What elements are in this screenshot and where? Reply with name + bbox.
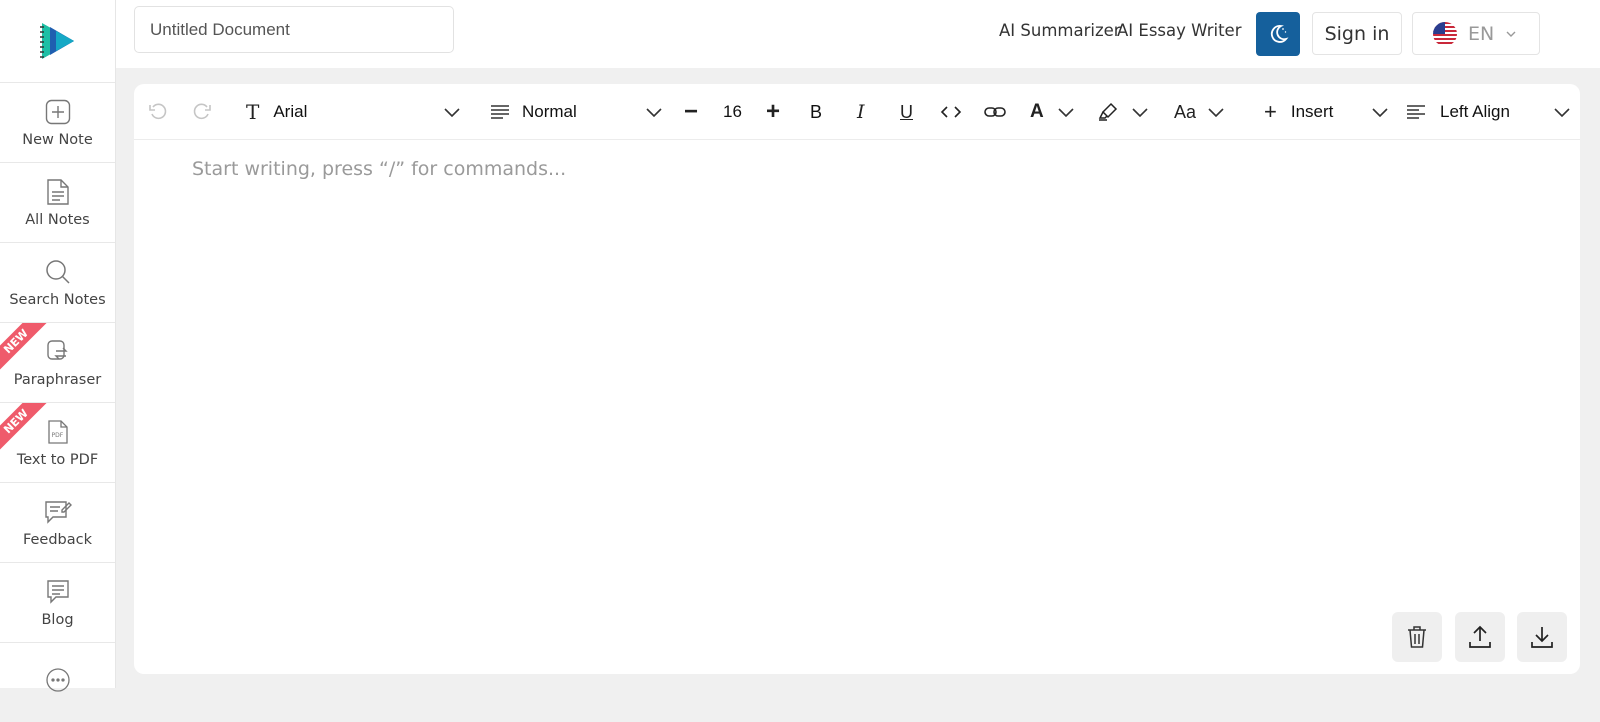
code-icon [940, 106, 962, 118]
font-color-icon: A [1030, 101, 1044, 122]
upload-icon [1469, 625, 1491, 648]
sidebar-item-label: Paraphraser [13, 371, 102, 388]
formatting-toolbar: T Arial Normal − 16 + B I U A Aa + Inser… [134, 84, 1580, 140]
underline-button[interactable]: U [900, 84, 913, 140]
more-icon [44, 666, 72, 694]
minus-icon: − [684, 98, 699, 125]
sidebar-item-text-to-pdf[interactable]: NEW PDF Text to PDF [0, 402, 115, 482]
sidebar-item-label: Search Notes [9, 291, 106, 308]
ai-summarizer-link[interactable]: AI Summarizer [999, 21, 1121, 40]
new-badge: NEW [0, 323, 49, 375]
sidebar-item-new-note[interactable]: New Note [0, 82, 115, 162]
block-style-value: Normal [522, 102, 577, 121]
sign-in-button[interactable]: Sign in [1312, 12, 1402, 55]
sidebar-item-label: Feedback [22, 531, 93, 548]
editor-placeholder[interactable]: Start writing, press “/” for commands... [192, 158, 566, 180]
svg-text:PDF: PDF [51, 432, 63, 439]
bold-icon: B [810, 101, 823, 122]
block-style-select[interactable]: Normal [490, 84, 662, 140]
editor-panel: T Arial Normal − 16 + B I U A Aa + Inser… [134, 84, 1580, 674]
chevron-down-icon [1208, 108, 1224, 117]
font-family-select[interactable]: T Arial [246, 84, 460, 140]
highlighter-icon [1098, 102, 1118, 121]
underline-icon: U [900, 101, 913, 122]
undo-icon [149, 103, 167, 120]
align-left-icon [1407, 105, 1425, 119]
sidebar-item-search-notes[interactable]: Search Notes [0, 242, 115, 322]
font-size-value[interactable]: 16 [723, 84, 742, 140]
chevron-down-icon [1506, 31, 1516, 37]
sidebar-item-label: Blog [41, 611, 74, 628]
chevron-down-icon [1058, 108, 1074, 117]
insert-dropdown[interactable]: + Insert [1264, 84, 1388, 140]
chevron-down-icon [444, 108, 460, 117]
link-button[interactable] [984, 84, 1006, 140]
font-icon: T [246, 100, 260, 124]
font-size-label: 16 [723, 102, 742, 121]
language-label: EN [1468, 22, 1495, 45]
download-button[interactable] [1517, 612, 1567, 662]
sidebar: New Note All Notes Search Notes NEW Para… [0, 0, 116, 692]
upload-button[interactable] [1455, 612, 1505, 662]
ai-essay-writer-link[interactable]: AI Essay Writer [1117, 21, 1241, 40]
chevron-down-icon [1132, 108, 1148, 117]
sidebar-item-blog[interactable]: Blog [0, 562, 115, 642]
sidebar-item-paraphraser[interactable]: NEW Paraphraser [0, 322, 115, 402]
trash-icon [1408, 626, 1426, 648]
link-icon [984, 107, 1006, 117]
language-selector[interactable]: EN [1412, 12, 1540, 55]
alignment-label: Left Align [1440, 102, 1510, 121]
paragraph-icon [491, 105, 509, 119]
font-family-value: Arial [273, 102, 308, 121]
blog-icon [44, 578, 72, 606]
redo-button[interactable] [192, 84, 212, 140]
chevron-down-icon [1554, 108, 1570, 117]
plus-square-icon [44, 98, 72, 126]
search-icon [44, 258, 72, 286]
code-button[interactable] [940, 84, 962, 140]
undo-button[interactable] [148, 84, 168, 140]
sidebar-item-label: New Note [22, 131, 93, 148]
italic-icon: I [857, 101, 865, 123]
chevron-down-icon [646, 108, 662, 117]
insert-label: Insert [1290, 102, 1334, 121]
redo-icon [193, 103, 211, 120]
pdf-icon: PDF [44, 418, 72, 446]
bold-button[interactable]: B [810, 84, 822, 140]
plus-icon: + [1264, 99, 1277, 124]
increase-font-size-button[interactable]: + [766, 84, 780, 140]
sidebar-item-all-notes[interactable]: All Notes [0, 162, 115, 242]
sidebar-item-label: Text to PDF [16, 451, 99, 468]
document-title-input[interactable]: Untitled Document [134, 6, 454, 53]
italic-button[interactable]: I [857, 84, 865, 140]
sidebar-item-label: All Notes [25, 211, 90, 228]
highlight-color-select[interactable] [1098, 84, 1148, 140]
us-flag-icon [1433, 21, 1457, 46]
text-case-select[interactable]: Aa [1174, 84, 1224, 140]
decrease-font-size-button[interactable]: − [684, 84, 698, 140]
sidebar-item-feedback[interactable]: Feedback [0, 482, 115, 562]
top-bar: Untitled Document AI Summarizer AI Essay… [116, 0, 1600, 68]
text-case-icon: Aa [1174, 101, 1197, 122]
font-color-select[interactable]: A [1030, 84, 1074, 140]
logo-icon [39, 23, 74, 59]
app-logo[interactable] [0, 0, 115, 82]
sidebar-item-more[interactable] [0, 642, 115, 722]
dark-mode-toggle[interactable] [1256, 12, 1300, 56]
alignment-dropdown[interactable]: Left Align [1406, 84, 1570, 140]
new-badge: NEW [0, 403, 49, 455]
moon-icon [1270, 25, 1289, 43]
download-icon [1531, 627, 1553, 648]
chevron-down-icon [1372, 108, 1388, 117]
plus-icon: + [766, 98, 781, 125]
delete-button[interactable] [1392, 612, 1442, 662]
paraphrase-icon [44, 338, 72, 366]
feedback-icon [44, 498, 72, 526]
document-icon [44, 178, 72, 206]
